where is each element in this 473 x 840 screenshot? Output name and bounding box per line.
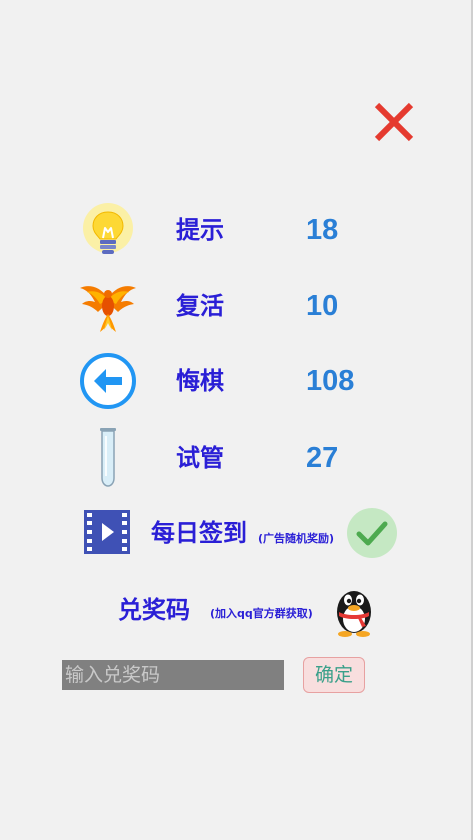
daily-checkin-hint: (广告随机奖励) bbox=[258, 532, 335, 545]
daily-checkin-row: 每日签到 (广告随机奖励) bbox=[0, 505, 473, 561]
item-row-revive: 复活 10 bbox=[0, 276, 473, 336]
phoenix-icon bbox=[78, 276, 138, 336]
video-icon bbox=[84, 510, 130, 554]
item-count: 10 bbox=[306, 290, 339, 322]
daily-checkin-button[interactable] bbox=[346, 507, 398, 559]
daily-checkin-label: 每日签到 bbox=[151, 519, 247, 547]
item-count: 27 bbox=[306, 442, 339, 474]
item-label: 提示 bbox=[176, 216, 224, 244]
item-count: 18 bbox=[306, 214, 339, 246]
lightbulb-icon bbox=[78, 200, 138, 260]
item-label: 复活 bbox=[176, 292, 224, 320]
close-icon bbox=[374, 102, 414, 142]
item-row-test-tube: 试管 27 bbox=[0, 428, 473, 488]
test-tube-icon bbox=[78, 428, 138, 488]
close-button[interactable] bbox=[370, 98, 418, 146]
redeem-code-input[interactable] bbox=[62, 660, 284, 690]
redeem-label: 兑奖码 bbox=[118, 596, 190, 624]
item-label: 试管 bbox=[176, 444, 224, 472]
qq-penguin-icon bbox=[330, 582, 378, 638]
confirm-button[interactable]: 确定 bbox=[303, 657, 365, 693]
redeem-row: 兑奖码 (加入qq官方群获取) bbox=[0, 580, 473, 640]
undo-arrow-icon bbox=[78, 351, 138, 411]
item-label: 悔棋 bbox=[176, 367, 224, 395]
item-count: 108 bbox=[306, 365, 355, 397]
item-row-undo: 悔棋 108 bbox=[0, 351, 473, 411]
redeem-hint: (加入qq官方群获取) bbox=[210, 607, 313, 620]
item-row-hint: 提示 18 bbox=[0, 200, 473, 260]
checkmark-icon bbox=[347, 508, 397, 558]
